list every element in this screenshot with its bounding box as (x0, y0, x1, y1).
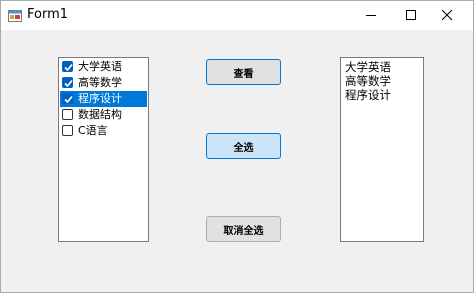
checklist-item[interactable]: 程序设计 (60, 91, 147, 107)
close-button[interactable] (429, 1, 465, 30)
checklist-item[interactable]: 数据结构 (60, 107, 147, 123)
selected-courses-listbox[interactable]: 大学英语 高等数学 程序设计 (340, 57, 424, 242)
checkbox-checked-icon[interactable] (62, 93, 73, 104)
checklist-item-label: 高等数学 (78, 76, 122, 89)
view-button[interactable]: 查看 (206, 59, 281, 85)
close-icon (441, 6, 453, 25)
checklist-item[interactable]: 大学英语 (60, 59, 147, 75)
listbox-item[interactable]: 高等数学 (345, 74, 391, 88)
cancel-select-all-button[interactable]: 取消全选 (206, 216, 281, 242)
select-all-button[interactable]: 全选 (206, 133, 281, 159)
checklist-item-label: 程序设计 (78, 92, 122, 105)
checklist-item-label: 大学英语 (78, 60, 122, 73)
form-window: Form1 大学英语 高等数学 程序设计 数据结构 C语言 查看 全选 取消全选 大学英… (0, 0, 474, 293)
minimize-button[interactable] (353, 1, 389, 30)
course-checklist[interactable]: 大学英语高等数学程序设计数据结构 C语言 (58, 57, 149, 242)
checkbox-checked-icon[interactable] (62, 61, 73, 72)
checklist-item-label: 数据结构 (78, 108, 122, 121)
maximize-icon (405, 6, 417, 25)
listbox-item[interactable]: 程序设计 (345, 88, 391, 102)
checklist-item-label: C语言 (78, 124, 108, 137)
checkbox-unchecked-icon[interactable] (62, 125, 73, 136)
title-bar[interactable]: Form1 (1, 1, 473, 30)
checklist-item[interactable]: 高等数学 (60, 75, 147, 91)
checkbox-unchecked-icon[interactable] (62, 109, 73, 120)
listbox-item[interactable]: 大学英语 (345, 60, 391, 74)
minimize-icon (365, 6, 377, 25)
window-title: Form1 (27, 7, 69, 22)
checklist-item[interactable]: C语言 (60, 123, 147, 139)
maximize-button[interactable] (393, 1, 429, 30)
winforms-app-icon (8, 8, 22, 22)
checkbox-checked-icon[interactable] (62, 77, 73, 88)
